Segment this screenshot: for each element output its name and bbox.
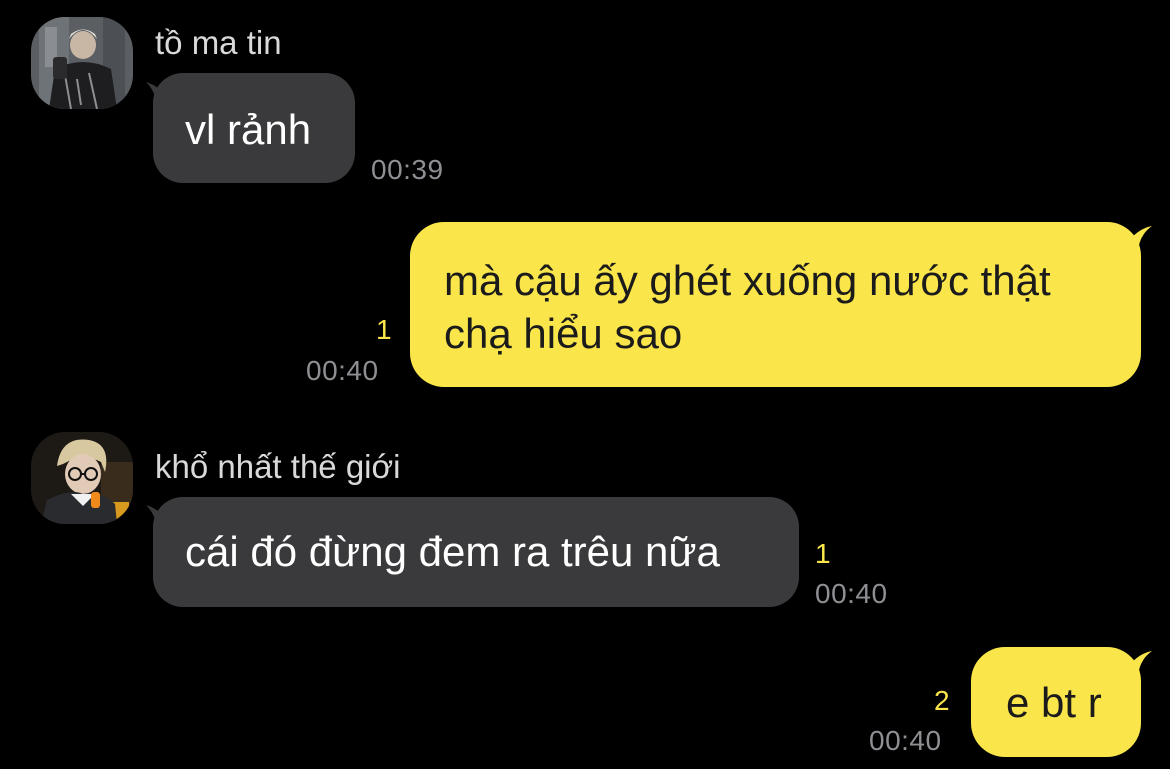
message-bubble[interactable]: mà cậu ấy ghét xuống nước thật chạ hiểu … [410, 222, 1141, 387]
unread-count: 1 [815, 538, 831, 569]
message-text: cái đó đừng đem ra trêu nữa [185, 528, 720, 575]
message-timestamp: 00:40 [869, 725, 942, 756]
message-timestamp: 00:40 [306, 355, 379, 386]
message-bubble[interactable]: cái đó đừng đem ra trêu nữa [153, 497, 799, 607]
message-text: e bt r [1006, 679, 1102, 726]
sender-avatar[interactable] [31, 432, 133, 524]
profile-photo-icon [31, 17, 133, 109]
unread-count: 2 [934, 685, 950, 716]
message-text-line: mà cậu ấy ghét xuống nước thật [444, 257, 1051, 304]
message-text-line: chạ hiểu sao [444, 310, 683, 357]
sender-name: tồ ma tin [155, 24, 282, 61]
message-bubble[interactable]: e bt r [971, 647, 1141, 757]
bubble-tail [1120, 649, 1152, 679]
message-timestamp: 00:39 [371, 154, 444, 185]
message-timestamp: 00:40 [815, 578, 888, 609]
unread-count: 1 [376, 314, 392, 345]
message-text: vl rảnh [185, 106, 312, 153]
message-bubble[interactable]: vl rảnh [153, 73, 355, 183]
profile-photo-icon [31, 432, 133, 524]
sender-avatar[interactable] [31, 17, 133, 109]
bubble-tail [1120, 224, 1152, 254]
sender-name: khổ nhất thế giới [155, 448, 401, 485]
